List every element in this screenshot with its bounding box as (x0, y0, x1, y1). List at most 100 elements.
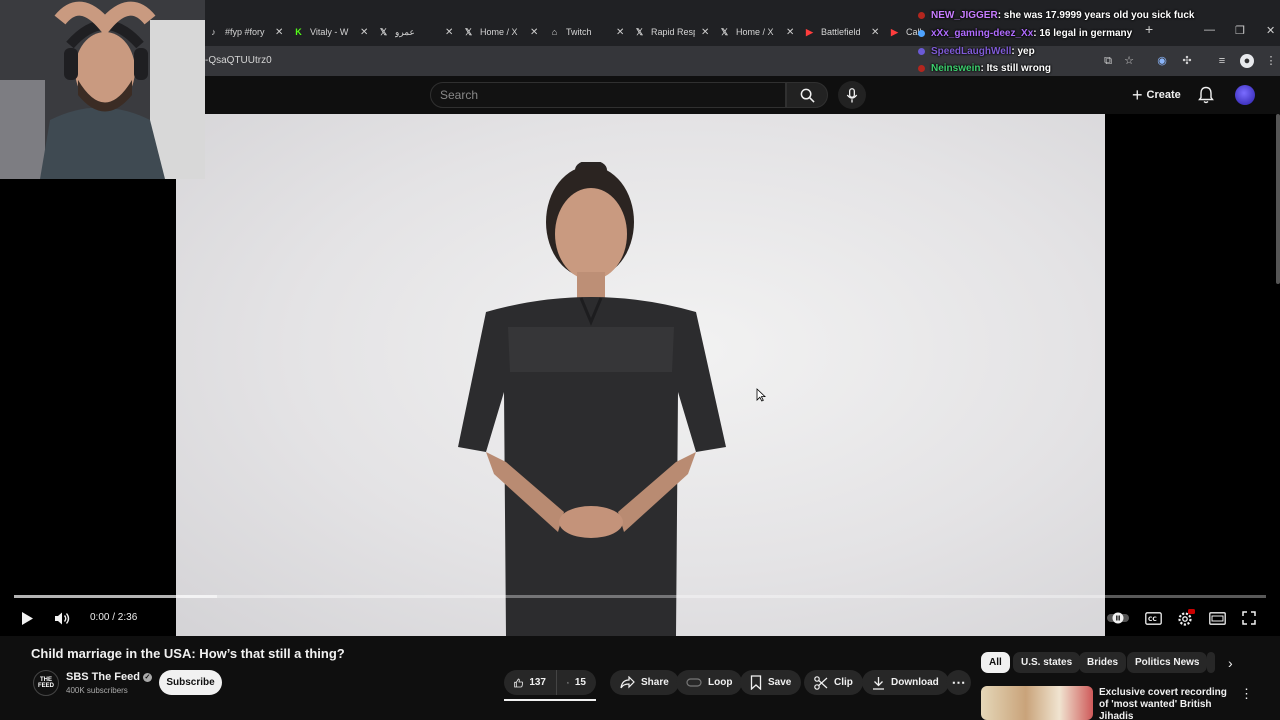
save-button[interactable]: Save (740, 670, 802, 695)
volume-button[interactable] (52, 608, 72, 628)
video-player[interactable]: 0:00 / 2:36 CC (0, 114, 1280, 636)
download-label: Download (891, 677, 939, 688)
chat-user: xXx_gaming-deez_Xx (931, 28, 1034, 39)
chip-politics-news[interactable]: Politics News (1127, 652, 1208, 673)
x-icon: 𝕏 (464, 26, 473, 37)
video-title: Child marriage in the USA: How’s that st… (31, 646, 345, 661)
close-icon[interactable]: ✕ (616, 27, 624, 38)
chip-us-states[interactable]: U.S. states (1013, 652, 1081, 673)
browser-tab[interactable]: 𝕏 Home / X ✕ (463, 22, 539, 42)
search-box[interactable] (430, 82, 786, 108)
loop-icon (686, 678, 702, 687)
search-icon (800, 88, 815, 103)
media-controls-icon[interactable]: ≡ (1215, 54, 1229, 68)
clip-button[interactable]: Clip (804, 670, 863, 695)
browser-tab[interactable]: ♪ #fyp #fory ✕ (208, 22, 283, 42)
webcam-figure (0, 0, 205, 179)
tab-label: عمرو (395, 26, 415, 37)
browser-menu-icon[interactable]: ⋮ (1264, 54, 1278, 68)
create-button[interactable]: + Create (1124, 83, 1189, 107)
search-input[interactable] (431, 83, 785, 107)
time-display: 0:00 / 2:36 (90, 612, 138, 623)
notifications-bell-icon[interactable] (1196, 85, 1216, 105)
more-actions-button[interactable]: ⋯ (946, 670, 971, 695)
browser-tab[interactable]: 𝕏 Home / X ✕ (719, 22, 795, 42)
account-avatar[interactable] (1235, 85, 1255, 105)
browser-tab[interactable]: K Vitaly - W ✕ (293, 22, 368, 42)
verified-check-icon: ✓ (142, 673, 152, 682)
dislike-button[interactable]: 15 (556, 670, 596, 695)
autoplay-toggle[interactable] (1106, 608, 1130, 628)
youtube-icon: ▶ (806, 26, 813, 37)
channel-name-text[interactable]: SBS The Feed (66, 671, 140, 683)
gear-icon (1178, 609, 1195, 626)
channel-name[interactable]: SBS The Feed ✓ (66, 671, 152, 683)
tab-label: #fyp #fory (225, 27, 265, 37)
browser-tab[interactable]: ▶ Battlefield ✕ (804, 22, 879, 42)
url-text[interactable]: -QsaQTUUtrz0 (205, 55, 272, 66)
like-button[interactable]: 137 (504, 670, 556, 695)
channel-avatar[interactable]: THE FEED (33, 670, 59, 696)
stream-chat-overlay: NEW_JIGGER: she was 17.9999 years old yo… (918, 0, 1194, 78)
close-icon[interactable]: ✕ (786, 27, 794, 38)
recommendation-title[interactable]: Exclusive covert recording of 'most want… (1099, 687, 1229, 720)
youtube-icon: ▶ (891, 26, 898, 37)
badge-icon (918, 29, 925, 37)
share-button[interactable]: Share (610, 670, 679, 695)
theater-mode-button[interactable] (1207, 608, 1227, 628)
chevron-right-icon[interactable]: › (1228, 655, 1233, 671)
chip-all[interactable]: All (981, 652, 1010, 673)
scrollbar[interactable] (1276, 114, 1280, 284)
window-close-icon[interactable]: ✕ (1266, 24, 1275, 37)
autoplay-toggle-icon (1107, 612, 1129, 624)
browser-tab[interactable]: 𝕏 Rapid Resp ✕ (634, 22, 710, 42)
more-horizontal-icon: ⋯ (951, 674, 966, 690)
close-icon[interactable]: ✕ (360, 27, 368, 38)
voice-search-button[interactable] (838, 81, 866, 109)
fullscreen-icon (1242, 611, 1256, 625)
fullscreen-button[interactable] (1239, 608, 1259, 628)
more-vertical-icon[interactable]: ⋮ (1240, 686, 1253, 702)
gamepad-icon: ⌂ (551, 27, 558, 37)
play-button[interactable] (17, 608, 37, 628)
badge-icon (918, 47, 925, 55)
chat-text: : 16 legal in germany (1033, 28, 1133, 39)
minimize-icon[interactable]: — (1204, 24, 1215, 36)
share-icon (620, 676, 635, 689)
close-icon[interactable]: ✕ (445, 27, 453, 38)
chat-message: SpeedLaughWell: yep (918, 46, 1035, 57)
video-frame[interactable] (176, 114, 1105, 636)
chip-partial[interactable] (1207, 652, 1215, 673)
close-icon[interactable]: ✕ (275, 27, 283, 38)
thumbs-down-icon (567, 681, 569, 684)
x-icon: 𝕏 (635, 26, 644, 37)
clip-label: Clip (834, 677, 853, 688)
scissors-icon (814, 675, 828, 690)
like-count: 137 (529, 677, 546, 688)
badge-icon (918, 11, 925, 19)
browser-tab[interactable]: ⌂ Twitch ✕ (549, 22, 625, 42)
dislike-count: 15 (574, 677, 586, 688)
loop-button[interactable]: Loop (676, 670, 743, 695)
tab-label: Home / X (736, 27, 774, 37)
search-button[interactable] (786, 82, 828, 108)
channel-logo-text: THE FEED (37, 677, 54, 689)
browser-tab[interactable]: 𝕏 عمرو ✕ (378, 22, 454, 42)
share-label: Share (641, 677, 669, 688)
close-icon[interactable]: ✕ (871, 27, 879, 38)
profile-avatar-icon[interactable]: ● (1240, 54, 1254, 68)
volume-icon (54, 612, 69, 624)
progress-bar[interactable] (14, 595, 1266, 598)
chip-brides[interactable]: Brides (1079, 652, 1127, 673)
close-icon[interactable]: ✕ (701, 27, 709, 38)
subscribe-button[interactable]: Subscribe (159, 670, 222, 695)
chat-text: : she was 17.9999 years old you sick fuc… (997, 10, 1195, 21)
download-button[interactable]: Download (862, 670, 949, 695)
restore-icon[interactable]: ❐ (1235, 24, 1245, 37)
recommendation-thumbnail[interactable] (981, 686, 1093, 720)
captions-button[interactable]: CC (1143, 608, 1163, 628)
settings-button[interactable] (1175, 608, 1197, 628)
download-icon (873, 676, 884, 690)
chat-message: xXx_gaming-deez_Xx: 16 legal in germany (918, 28, 1132, 39)
close-icon[interactable]: ✕ (530, 27, 538, 38)
